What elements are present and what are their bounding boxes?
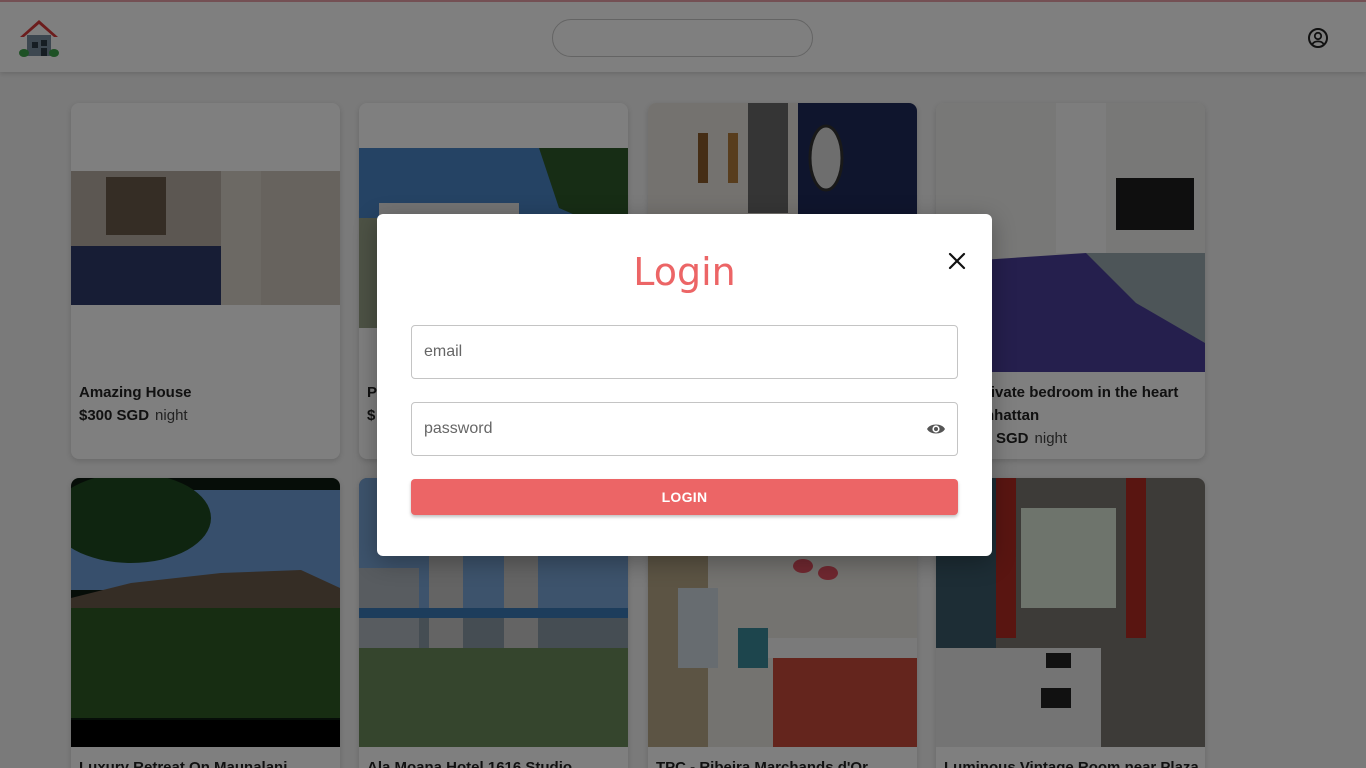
close-icon[interactable] (947, 251, 967, 271)
password-field (411, 402, 958, 456)
login-modal: Login LOGIN (377, 214, 992, 556)
password-input[interactable] (424, 403, 914, 455)
email-field (411, 325, 958, 379)
modal-title: Login (633, 250, 736, 294)
eye-icon[interactable] (926, 421, 946, 437)
login-button[interactable]: LOGIN (411, 479, 958, 515)
email-input[interactable] (424, 326, 914, 378)
